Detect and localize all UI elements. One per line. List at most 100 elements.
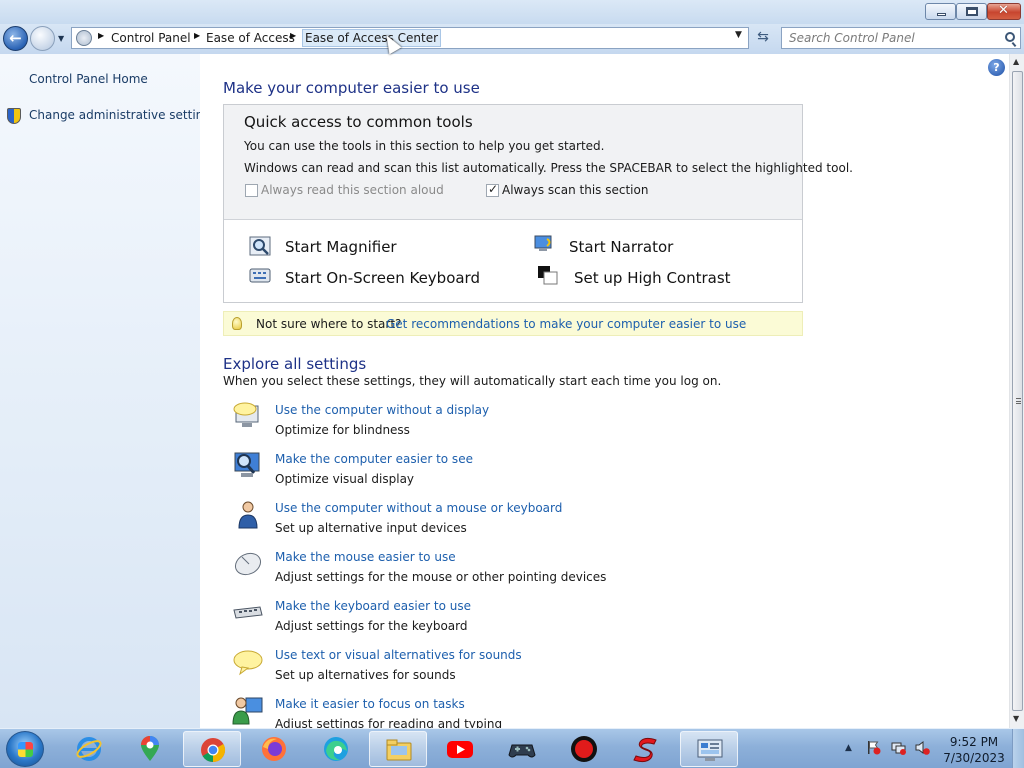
search-icon[interactable] (1005, 32, 1015, 42)
navigation-bar: ← ▼ ▶ Control Panel ▶ Ease of Access ▶ E… (0, 24, 1024, 54)
scroll-up-icon[interactable]: ▲ (1013, 57, 1019, 66)
close-button[interactable]: ✕ (987, 3, 1021, 20)
internet-explorer-icon (76, 737, 102, 761)
chrome-icon (201, 738, 226, 762)
explore-description: When you select these settings, they wil… (223, 374, 722, 388)
scan-checkbox[interactable] (486, 182, 499, 197)
make-computer-easier-to-see-link[interactable]: Make the computer easier to see (275, 452, 473, 466)
scrollbar-thumb[interactable] (1012, 71, 1023, 711)
scan-label[interactable]: Always scan this section (502, 183, 648, 197)
control-panel-icon (697, 739, 723, 761)
read-aloud-checkbox[interactable] (245, 184, 258, 197)
setting-description: Adjust settings for the mouse or other p… (275, 570, 607, 584)
volume-muted-icon[interactable] (915, 740, 930, 755)
start-on-screen-keyboard-link[interactable]: Start On-Screen Keyboard (285, 269, 480, 287)
taskbar-chrome[interactable] (183, 731, 241, 767)
magnified-display-icon (234, 452, 260, 477)
use-computer-without-display-link[interactable]: Use the computer without a display (275, 403, 489, 417)
restore-icon (966, 7, 978, 16)
start-magnifier-link[interactable]: Start Magnifier (285, 238, 397, 256)
address-dropdown-icon[interactable]: ▼ (735, 30, 742, 40)
s-logo-icon (633, 737, 657, 763)
back-button[interactable]: ← (3, 26, 28, 51)
breadcrumb-separator-icon[interactable]: ▶ (194, 31, 200, 40)
clock-time: 9:52 PM (949, 735, 999, 749)
youtube-icon (447, 741, 473, 758)
magnifier-icon (249, 236, 271, 256)
setting-description: Optimize for blindness (275, 423, 410, 437)
quick-access-title: Quick access to common tools (244, 113, 473, 131)
close-icon: ✕ (998, 3, 1009, 18)
folder-icon (386, 739, 412, 761)
taskbar: ▲ 9:52 PM 7/30/2023 (0, 728, 1024, 768)
on-screen-keyboard-icon (249, 268, 271, 283)
breadcrumb-ease-of-access-center[interactable]: Ease of Access Center (302, 29, 442, 47)
minimize-button[interactable] (925, 3, 956, 20)
get-recommendations-link[interactable]: Get recommendations to make your compute… (386, 317, 746, 331)
maximize-button[interactable] (956, 3, 987, 20)
taskbar-firefox[interactable] (245, 731, 303, 767)
taskbar-youtube[interactable] (431, 731, 489, 767)
lightbulb-icon (232, 317, 242, 330)
tip-text: Not sure where to start? (256, 317, 402, 331)
read-aloud-label[interactable]: Always read this section aloud (261, 183, 444, 197)
quick-access-panel: Quick access to common tools You can use… (223, 104, 853, 303)
clock-date: 7/30/2023 (943, 751, 1005, 765)
start-narrator-link[interactable]: Start Narrator (569, 238, 673, 256)
start-button[interactable] (6, 731, 44, 767)
make-keyboard-easier-to-use-link[interactable]: Make the keyboard easier to use (275, 599, 471, 613)
display-speech-icon (233, 402, 259, 427)
action-center-flag-icon[interactable] (866, 740, 881, 755)
high-contrast-icon (538, 266, 558, 285)
system-clock[interactable]: 9:52 PM 7/30/2023 (938, 734, 1010, 766)
setting-description: Set up alternatives for sounds (275, 668, 456, 682)
refresh-button[interactable]: ⇆ (752, 29, 774, 49)
search-input[interactable] (789, 29, 999, 47)
recommendation-tip-bar: Not sure where to start? Get recommendat… (223, 311, 803, 336)
vertical-scrollbar[interactable]: ▲ ▼ (1009, 54, 1024, 728)
search-box[interactable] (781, 27, 1021, 49)
show-desktop-button[interactable] (1012, 729, 1024, 768)
taskbar-maps[interactable] (121, 731, 179, 767)
set-up-high-contrast-link[interactable]: Set up High Contrast (574, 269, 731, 287)
record-icon (571, 736, 597, 762)
use-computer-without-mouse-or-keyboard-link[interactable]: Use the computer without a mouse or keyb… (275, 501, 562, 515)
taskbar-screen-recorder[interactable] (555, 731, 613, 767)
taskbar-s-app[interactable] (617, 731, 675, 767)
mouse-icon (234, 552, 262, 576)
speech-bubble-icon (233, 650, 263, 676)
make-mouse-easier-to-use-link[interactable]: Make the mouse easier to use (275, 550, 456, 564)
person-input-icon (238, 501, 258, 529)
taskbar-file-explorer[interactable] (369, 731, 427, 767)
explore-title: Explore all settings (223, 355, 367, 373)
breadcrumb-ease-of-access[interactable]: Ease of Access (206, 31, 295, 45)
breadcrumb-separator-icon[interactable]: ▶ (98, 31, 104, 40)
make-it-easier-to-focus-link[interactable]: Make it easier to focus on tasks (275, 697, 465, 711)
taskbar-game-controller[interactable] (493, 731, 551, 767)
left-pane: Control Panel Home Change administrative… (0, 54, 217, 728)
quick-access-line-2: Windows can read and scan this list auto… (244, 161, 853, 175)
show-hidden-icons-icon[interactable]: ▲ (845, 743, 852, 753)
game-controller-icon (508, 744, 536, 758)
map-pin-icon (141, 736, 159, 761)
quick-access-line-1: You can use the tools in this section to… (244, 139, 605, 153)
sidebar-item-control-panel-home[interactable]: Control Panel Home (29, 72, 148, 86)
breadcrumb-control-panel[interactable]: Control Panel (111, 31, 191, 45)
narrator-icon (534, 235, 552, 251)
help-icon[interactable]: ? (988, 59, 1005, 76)
forward-button[interactable] (30, 26, 55, 51)
scroll-down-icon[interactable]: ▼ (1013, 714, 1019, 723)
taskbar-control-panel[interactable] (680, 731, 738, 767)
taskbar-internet-explorer[interactable] (60, 731, 118, 767)
control-panel-icon (76, 30, 92, 46)
recent-pages-dropdown[interactable]: ▼ (58, 34, 64, 43)
address-bar[interactable]: ▶ Control Panel ▶ Ease of Access ▶ Ease … (71, 27, 749, 49)
breadcrumb-separator-icon[interactable]: ▶ (290, 31, 296, 40)
sidebar-item-change-administrative-settings[interactable]: Change administrative settings (29, 108, 217, 122)
firefox-icon (262, 737, 286, 761)
setting-description: Set up alternative input devices (275, 521, 467, 535)
network-icon[interactable] (891, 740, 906, 755)
use-text-or-visual-alternatives-link[interactable]: Use text or visual alternatives for soun… (275, 648, 522, 662)
uac-shield-icon (7, 108, 21, 124)
taskbar-edge[interactable] (307, 731, 365, 767)
